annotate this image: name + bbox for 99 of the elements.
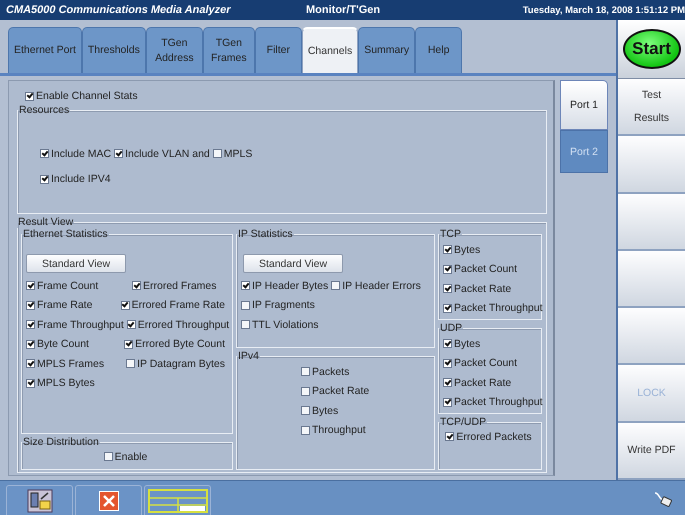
checkbox-label[interactable]: IP Datagram Bytes [137, 358, 225, 370]
checkbox-label[interactable]: IP Fragments [252, 299, 315, 312]
checkbox[interactable] [443, 304, 452, 313]
checkbox[interactable] [26, 281, 35, 290]
tab[interactable]: Channels [302, 27, 358, 73]
checkbox[interactable] [331, 281, 340, 290]
checkbox-label[interactable]: MPLS Bytes [37, 377, 95, 390]
tab[interactable]: Ethernet Port [8, 27, 82, 73]
taskbar-button[interactable] [6, 485, 73, 515]
standard-view-button[interactable]: Standard View [26, 254, 126, 273]
checkbox[interactable] [443, 284, 452, 294]
checkbox-label[interactable]: Errored Byte Count [135, 338, 225, 350]
devices-icon [26, 488, 52, 512]
checkbox[interactable] [126, 320, 136, 330]
group-title: UDP [439, 322, 464, 334]
checkbox-label[interactable]: Packet Throughput [454, 396, 543, 408]
checkbox[interactable] [443, 378, 452, 388]
checkbox-label[interactable]: Frame Rate [37, 299, 92, 312]
group-title: TCP/UDP [439, 416, 488, 428]
checkbox[interactable] [212, 149, 222, 158]
port-tab[interactable]: Port 1 [560, 80, 608, 130]
checkbox-label[interactable]: Include IPV4 [51, 173, 111, 186]
checkbox[interactable] [443, 398, 452, 407]
group-title: Resources [18, 104, 70, 116]
checkbox-label[interactable]: Errored Packets [456, 430, 532, 442]
checkbox-label[interactable]: Byte Count [37, 338, 89, 350]
date-time: Tuesday, March 18, 2008 1:51:12 PM [522, 4, 685, 16]
checkbox-label[interactable]: Bytes [454, 338, 480, 350]
close-icon [98, 490, 118, 510]
checkbox-label[interactable]: Packet Rate [454, 282, 512, 295]
plug-icon [653, 491, 675, 509]
checkbox-label[interactable]: MPLS [224, 148, 252, 160]
checkbox-label[interactable]: MPLS Frames [37, 358, 104, 370]
checkbox[interactable] [445, 432, 454, 441]
group-title: IPv4 [237, 350, 260, 362]
checkbox[interactable] [26, 378, 35, 388]
checkbox-label[interactable]: IP Header Errors [342, 280, 421, 292]
checkbox-label[interactable]: IP Header Bytes [252, 280, 328, 292]
tab[interactable]: TGen Frames [202, 27, 255, 73]
checkbox-label[interactable]: Frame Count [37, 280, 98, 292]
checkbox[interactable] [443, 264, 452, 274]
checkbox[interactable] [301, 426, 310, 435]
checkbox-label[interactable]: Include MAC [51, 148, 112, 160]
group-title: IP Statistics [237, 228, 294, 240]
checkbox[interactable] [114, 149, 124, 158]
checkbox[interactable] [40, 149, 49, 158]
checkbox[interactable] [26, 300, 35, 310]
standard-view-button[interactable]: Standard View [243, 254, 343, 273]
checkbox-label[interactable]: Throughput [312, 424, 366, 436]
mode-label: Monitor/T'Gen [306, 4, 382, 16]
side-button[interactable]: Write PDF [618, 422, 685, 480]
checkbox[interactable] [443, 245, 452, 254]
checkbox-label[interactable]: Packet Throughput [454, 302, 543, 314]
checkbox-label[interactable]: Bytes [312, 404, 338, 417]
checkbox[interactable] [26, 340, 35, 349]
layout-icon [148, 488, 208, 512]
window-title: CMA5000 Communications Media Analyzer [6, 4, 232, 16]
checkbox-label[interactable]: Packet Count [454, 357, 518, 370]
checkbox[interactable] [241, 281, 250, 290]
checkbox-label[interactable]: Frame Throughput [37, 318, 124, 331]
tab[interactable]: Filter [254, 27, 302, 73]
checkbox[interactable] [104, 452, 113, 461]
tab[interactable]: Summary [358, 27, 416, 73]
start-button[interactable]: Start [622, 29, 680, 69]
checkbox[interactable] [301, 386, 310, 396]
checkbox-label[interactable]: Include VLAN and [125, 148, 210, 160]
checkbox[interactable] [443, 339, 452, 348]
tab[interactable]: Help [415, 27, 462, 73]
checkbox-label[interactable]: Errored Frame Rate [132, 299, 225, 312]
checkbox[interactable] [241, 320, 250, 330]
checkbox[interactable] [40, 174, 49, 184]
group-title: Ethernet Statistics [22, 228, 109, 240]
group-title: TCP [439, 228, 462, 240]
checkbox-label[interactable]: TTL Violations [252, 318, 319, 331]
checkbox-label[interactable]: Enable Channel Stats [36, 90, 138, 102]
group-title: Result View [17, 216, 74, 228]
checkbox[interactable] [26, 320, 35, 330]
checkbox-label[interactable]: Enable [114, 450, 148, 462]
checkbox[interactable] [443, 358, 452, 368]
checkbox[interactable] [301, 406, 310, 416]
group-title: Size Distribution [22, 436, 100, 448]
checkbox[interactable] [26, 359, 35, 368]
checkbox-label[interactable]: Packet Rate [454, 376, 512, 389]
checkbox-label[interactable]: Packet Rate [312, 385, 370, 398]
checkbox-label[interactable]: Packet Count [454, 263, 518, 276]
checkbox[interactable] [120, 300, 130, 310]
checkbox[interactable] [126, 359, 136, 368]
checkbox[interactable] [132, 281, 141, 290]
checkbox-label[interactable]: Packets [312, 366, 350, 378]
checkbox-label[interactable]: Bytes [454, 244, 480, 256]
tab[interactable]: Thresholds [82, 27, 146, 73]
side-button[interactable]: Test Results [618, 79, 685, 136]
checkbox[interactable] [241, 300, 250, 310]
checkbox[interactable] [124, 340, 134, 349]
tab[interactable]: TGen Address [146, 27, 203, 73]
checkbox[interactable] [301, 367, 310, 376]
checkbox[interactable] [25, 92, 34, 100]
checkbox-label[interactable]: Errored Frames [143, 280, 217, 292]
checkbox-label[interactable]: Errored Throughput [138, 318, 230, 331]
